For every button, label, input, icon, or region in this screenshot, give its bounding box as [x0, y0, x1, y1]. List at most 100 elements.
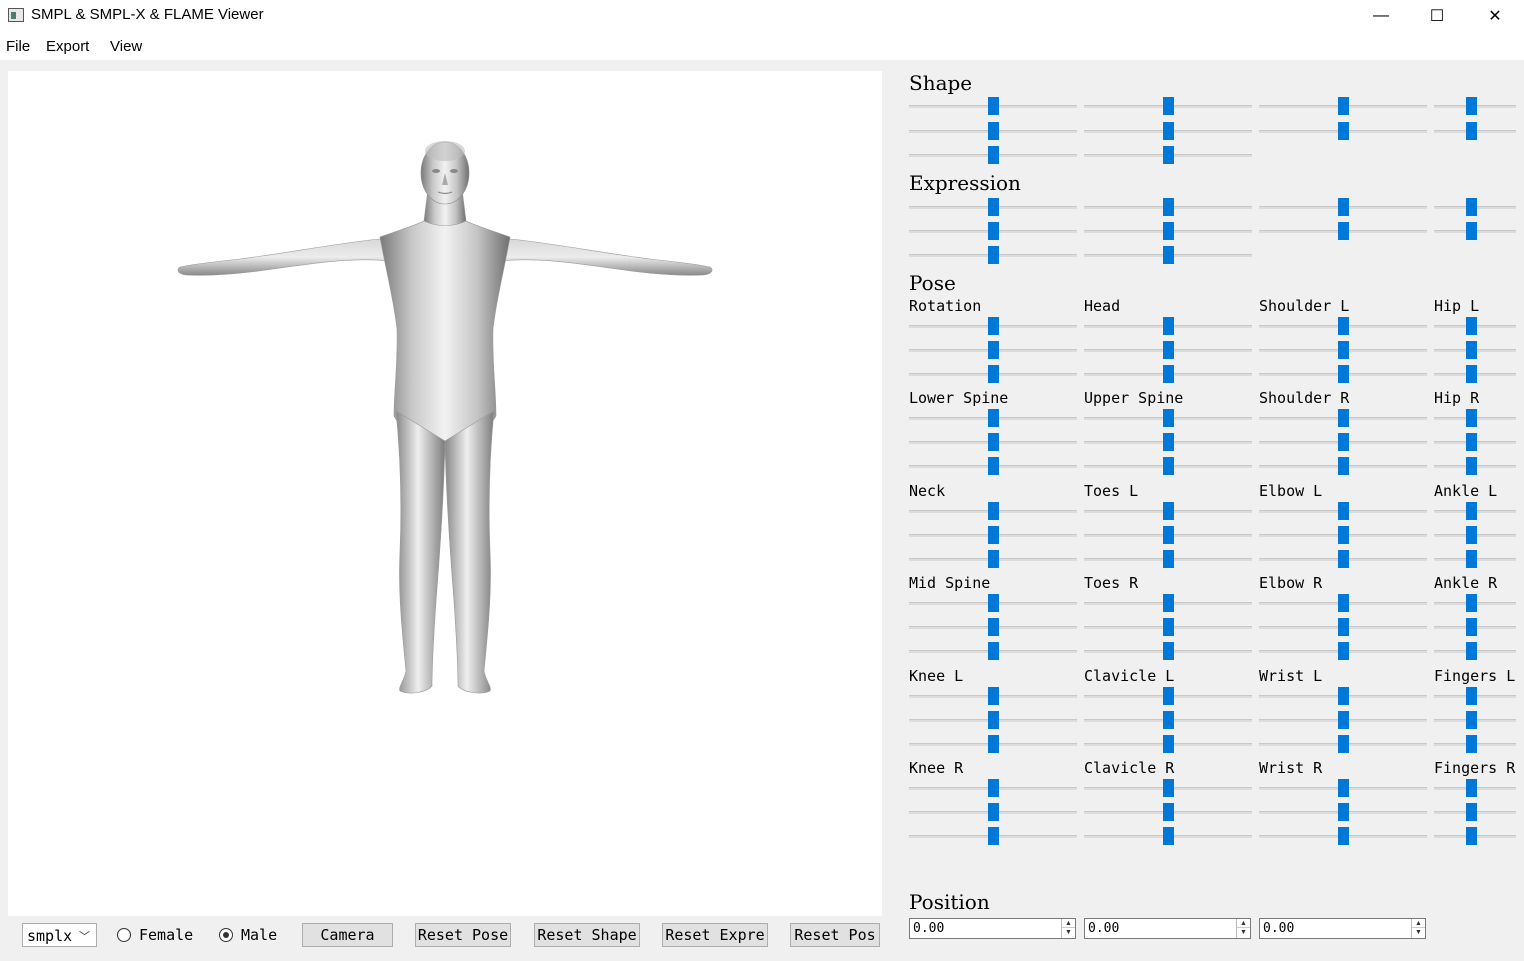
slider-handle[interactable] — [988, 122, 999, 140]
slider-handle[interactable] — [988, 711, 999, 729]
slider-handle[interactable] — [1466, 198, 1477, 216]
male-radio[interactable] — [219, 928, 233, 942]
pose-slider[interactable] — [1084, 594, 1252, 612]
pose-slider[interactable] — [1259, 642, 1427, 660]
pose-slider[interactable] — [1084, 827, 1252, 845]
slider-handle[interactable] — [1163, 711, 1174, 729]
slider-handle[interactable] — [1466, 433, 1477, 451]
reset-position-button[interactable]: Reset Pos — [790, 923, 880, 947]
shape-slider[interactable] — [1084, 146, 1252, 164]
pose-slider[interactable] — [1434, 594, 1516, 612]
slider-handle[interactable] — [988, 365, 999, 383]
pose-slider[interactable] — [1434, 550, 1516, 568]
female-label[interactable]: Female — [139, 926, 193, 944]
slider-handle[interactable] — [1163, 365, 1174, 383]
slider-handle[interactable] — [1338, 803, 1349, 821]
slider-handle[interactable] — [1466, 735, 1477, 753]
pose-slider[interactable] — [1084, 687, 1252, 705]
pose-slider[interactable] — [1259, 365, 1427, 383]
model-type-select[interactable]: smplx ﹀ — [22, 923, 97, 947]
menu-file[interactable]: File — [6, 38, 30, 55]
slider-handle[interactable] — [988, 642, 999, 660]
pose-slider[interactable] — [1434, 711, 1516, 729]
pose-slider[interactable] — [1259, 827, 1427, 845]
pose-slider[interactable] — [1084, 618, 1252, 636]
slider-handle[interactable] — [1466, 222, 1477, 240]
slider-handle[interactable] — [1163, 550, 1174, 568]
slider-handle[interactable] — [988, 687, 999, 705]
pose-slider[interactable] — [1434, 687, 1516, 705]
menu-export[interactable]: Export — [46, 38, 89, 55]
shape-slider[interactable] — [909, 122, 1077, 140]
slider-handle[interactable] — [988, 594, 999, 612]
slider-handle[interactable] — [1466, 365, 1477, 383]
pose-slider[interactable] — [909, 642, 1077, 660]
pose-slider[interactable] — [1259, 317, 1427, 335]
pose-slider[interactable] — [909, 735, 1077, 753]
pose-slider[interactable] — [909, 502, 1077, 520]
reset-pose-button[interactable]: Reset Pose — [415, 923, 511, 947]
slider-handle[interactable] — [1163, 457, 1174, 475]
pose-slider[interactable] — [1084, 779, 1252, 797]
slider-handle[interactable] — [1466, 803, 1477, 821]
slider-handle[interactable] — [1338, 550, 1349, 568]
female-radio[interactable] — [117, 928, 131, 942]
slider-handle[interactable] — [1163, 409, 1174, 427]
slider-handle[interactable] — [1338, 779, 1349, 797]
pose-slider[interactable] — [909, 687, 1077, 705]
slider-handle[interactable] — [1466, 526, 1477, 544]
pose-slider[interactable] — [1084, 433, 1252, 451]
pose-slider[interactable] — [1084, 317, 1252, 335]
pose-slider[interactable] — [1084, 365, 1252, 383]
slider-handle[interactable] — [988, 409, 999, 427]
expression-slider[interactable] — [1084, 198, 1252, 216]
slider-handle[interactable] — [1163, 198, 1174, 216]
slider-handle[interactable] — [1163, 803, 1174, 821]
slider-handle[interactable] — [988, 735, 999, 753]
slider-handle[interactable] — [1338, 594, 1349, 612]
pose-slider[interactable] — [1259, 687, 1427, 705]
pose-slider[interactable] — [1434, 457, 1516, 475]
pose-slider[interactable] — [909, 779, 1077, 797]
pose-slider[interactable] — [1259, 409, 1427, 427]
pose-slider[interactable] — [1084, 502, 1252, 520]
pose-slider[interactable] — [1434, 803, 1516, 821]
pose-slider[interactable] — [1084, 711, 1252, 729]
slider-handle[interactable] — [1338, 711, 1349, 729]
shape-slider[interactable] — [1084, 122, 1252, 140]
pose-slider[interactable] — [909, 341, 1077, 359]
shape-slider[interactable] — [1259, 97, 1427, 115]
slider-handle[interactable] — [1163, 502, 1174, 520]
slider-handle[interactable] — [1163, 433, 1174, 451]
pose-slider[interactable] — [1434, 502, 1516, 520]
pose-slider[interactable] — [1259, 502, 1427, 520]
pose-slider[interactable] — [909, 433, 1077, 451]
slider-handle[interactable] — [1338, 642, 1349, 660]
position-z-spinbox[interactable]: 0.00 ▲ ▼ — [1259, 918, 1426, 939]
pose-slider[interactable] — [1259, 457, 1427, 475]
pose-slider[interactable] — [1259, 711, 1427, 729]
slider-handle[interactable] — [1466, 594, 1477, 612]
slider-handle[interactable] — [988, 198, 999, 216]
slider-handle[interactable] — [988, 146, 999, 164]
expression-slider[interactable] — [1259, 198, 1427, 216]
pose-slider[interactable] — [1084, 803, 1252, 821]
pose-slider[interactable] — [1084, 550, 1252, 568]
pose-slider[interactable] — [909, 803, 1077, 821]
pose-slider[interactable] — [1084, 735, 1252, 753]
slider-handle[interactable] — [1338, 341, 1349, 359]
expression-slider[interactable] — [909, 246, 1077, 264]
pose-slider[interactable] — [1434, 409, 1516, 427]
expression-slider[interactable] — [909, 198, 1077, 216]
camera-button[interactable]: Camera — [302, 923, 393, 947]
spin-down-icon[interactable]: ▼ — [1412, 928, 1425, 937]
slider-handle[interactable] — [1466, 97, 1477, 115]
slider-handle[interactable] — [1338, 618, 1349, 636]
slider-handle[interactable] — [1163, 526, 1174, 544]
slider-handle[interactable] — [1338, 409, 1349, 427]
slider-handle[interactable] — [988, 433, 999, 451]
slider-handle[interactable] — [1163, 594, 1174, 612]
pose-slider[interactable] — [1084, 642, 1252, 660]
3d-viewport[interactable] — [8, 71, 882, 916]
pose-slider[interactable] — [909, 317, 1077, 335]
